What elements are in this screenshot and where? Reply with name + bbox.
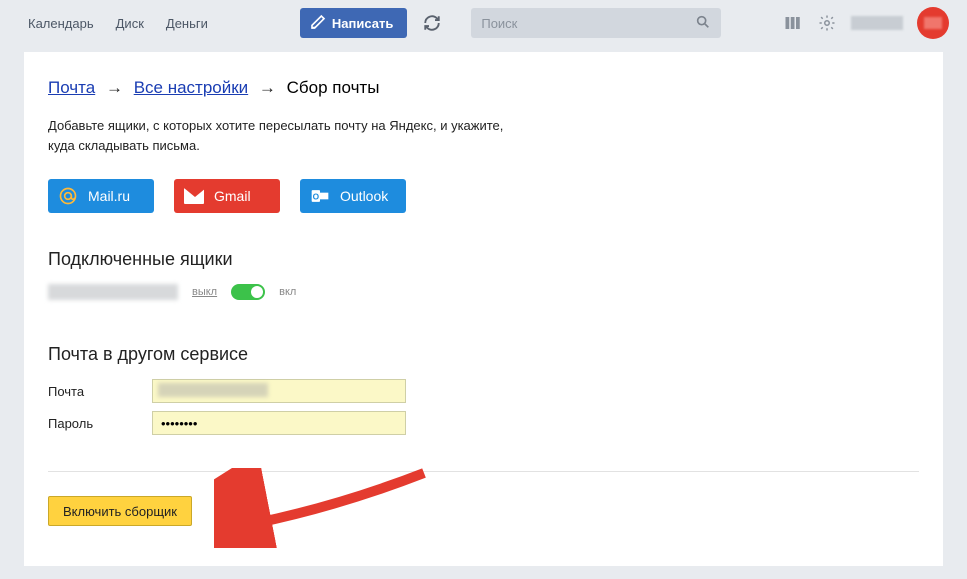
top-bar: Календарь Диск Деньги Написать: [0, 0, 967, 46]
password-label: Пароль: [48, 416, 152, 431]
refresh-icon: [423, 14, 441, 32]
settings-card: Почта → Все настройки → Сбор почты Добав…: [24, 52, 943, 566]
mailru-icon: [58, 186, 78, 206]
nav-money[interactable]: Деньги: [166, 16, 208, 31]
outlook-icon: O: [310, 186, 330, 206]
search-box[interactable]: [471, 8, 721, 38]
intro-text: Добавьте ящики, с которых хотите пересыл…: [48, 116, 528, 155]
search-icon[interactable]: [695, 14, 711, 33]
compose-icon: [310, 14, 326, 33]
annotation-arrow-icon: [214, 468, 434, 548]
nav-disk[interactable]: Диск: [116, 16, 144, 31]
enable-collector-button[interactable]: Включить сборщик: [48, 496, 192, 526]
email-row: Почта: [48, 379, 919, 403]
nav-calendar[interactable]: Календарь: [28, 16, 94, 31]
username-blurred: [851, 16, 903, 30]
connected-heading: Подключенные ящики: [48, 249, 919, 270]
svg-text:O: O: [313, 191, 320, 201]
provider-label: Outlook: [340, 188, 388, 204]
provider-row: Mail.ru Gmail O Outlook: [48, 179, 919, 213]
provider-gmail-button[interactable]: Gmail: [174, 179, 280, 213]
search-input[interactable]: [481, 16, 695, 31]
provider-label: Mail.ru: [88, 188, 130, 204]
header-right: [783, 7, 949, 39]
provider-outlook-button[interactable]: O Outlook: [300, 179, 406, 213]
breadcrumb-current: Сбор почты: [287, 78, 380, 97]
refresh-button[interactable]: [417, 8, 447, 38]
avatar[interactable]: [917, 7, 949, 39]
breadcrumb-mail[interactable]: Почта: [48, 78, 95, 97]
gear-icon[interactable]: [817, 13, 837, 33]
email-value-blurred: [158, 383, 268, 397]
breadcrumb-all-settings[interactable]: Все настройки: [134, 78, 248, 97]
breadcrumb-arrow-icon: →: [259, 78, 276, 97]
password-row: Пароль: [48, 411, 919, 435]
toggle-switch[interactable]: [231, 284, 265, 300]
toggle-on-label: вкл: [279, 286, 296, 298]
connected-mailbox-row: выкл вкл: [48, 284, 919, 300]
divider: [48, 471, 919, 472]
breadcrumb: Почта → Все настройки → Сбор почты: [48, 78, 919, 98]
gmail-icon: [184, 186, 204, 206]
avatar-content: [924, 17, 942, 29]
password-field[interactable]: [152, 411, 406, 435]
compose-label: Написать: [332, 16, 393, 31]
email-label: Почта: [48, 384, 152, 399]
toggle-off-label[interactable]: выкл: [192, 286, 217, 298]
provider-label: Gmail: [214, 188, 251, 204]
breadcrumb-arrow-icon: →: [106, 78, 123, 97]
external-heading: Почта в другом сервисе: [48, 344, 919, 365]
provider-mailru-button[interactable]: Mail.ru: [48, 179, 154, 213]
compose-button[interactable]: Написать: [300, 8, 407, 38]
themes-icon[interactable]: [783, 13, 803, 33]
connected-email-blurred[interactable]: [48, 284, 178, 300]
